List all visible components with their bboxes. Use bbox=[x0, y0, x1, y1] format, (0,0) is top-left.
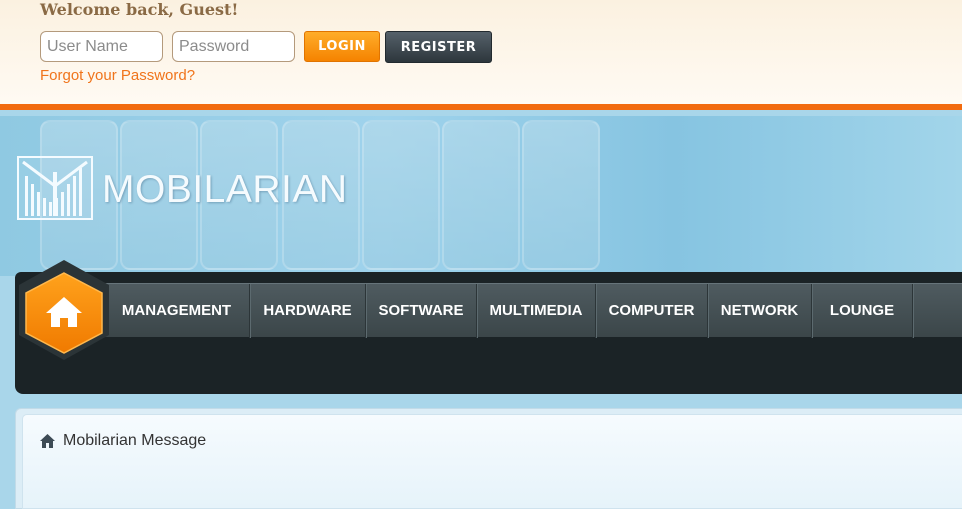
password-input[interactable] bbox=[172, 31, 295, 62]
breadcrumb-label[interactable]: Mobilarian Message bbox=[63, 432, 206, 450]
banner-phone-image bbox=[522, 120, 600, 270]
home-button[interactable] bbox=[24, 271, 104, 355]
welcome-message: Welcome back, Guest! bbox=[40, 0, 239, 19]
username-input[interactable] bbox=[40, 31, 163, 62]
message-panel bbox=[22, 414, 962, 509]
antenna-bars-icon bbox=[22, 160, 88, 216]
login-bar: Welcome back, Guest! LOGIN REGISTER Forg… bbox=[0, 0, 962, 110]
nav-item-network[interactable]: NETWORK bbox=[708, 283, 812, 338]
nav-item-computer[interactable]: COMPUTER bbox=[596, 283, 708, 338]
logo-mark[interactable] bbox=[17, 156, 93, 220]
banner-phone-image bbox=[442, 120, 520, 270]
forgot-password-link[interactable]: Forgot your Password? bbox=[40, 67, 195, 84]
main-nav: MANAGEMENT HARDWARE SOFTWARE MULTIMEDIA … bbox=[104, 283, 962, 338]
nav-item-multimedia[interactable]: MULTIMEDIA bbox=[477, 283, 596, 338]
home-icon bbox=[40, 434, 55, 448]
banner-phone-image bbox=[362, 120, 440, 270]
breadcrumb[interactable]: Mobilarian Message bbox=[40, 432, 206, 450]
site-logo-text[interactable]: MOBILARIAN bbox=[102, 168, 348, 212]
nav-item-software[interactable]: SOFTWARE bbox=[366, 283, 477, 338]
nav-item-management[interactable]: MANAGEMENT bbox=[104, 283, 250, 338]
register-button[interactable]: REGISTER bbox=[385, 31, 492, 63]
login-button[interactable]: LOGIN bbox=[304, 31, 380, 62]
nav-item-hardware[interactable]: HARDWARE bbox=[250, 283, 366, 338]
nav-item-lounge[interactable]: LOUNGE bbox=[812, 283, 913, 338]
